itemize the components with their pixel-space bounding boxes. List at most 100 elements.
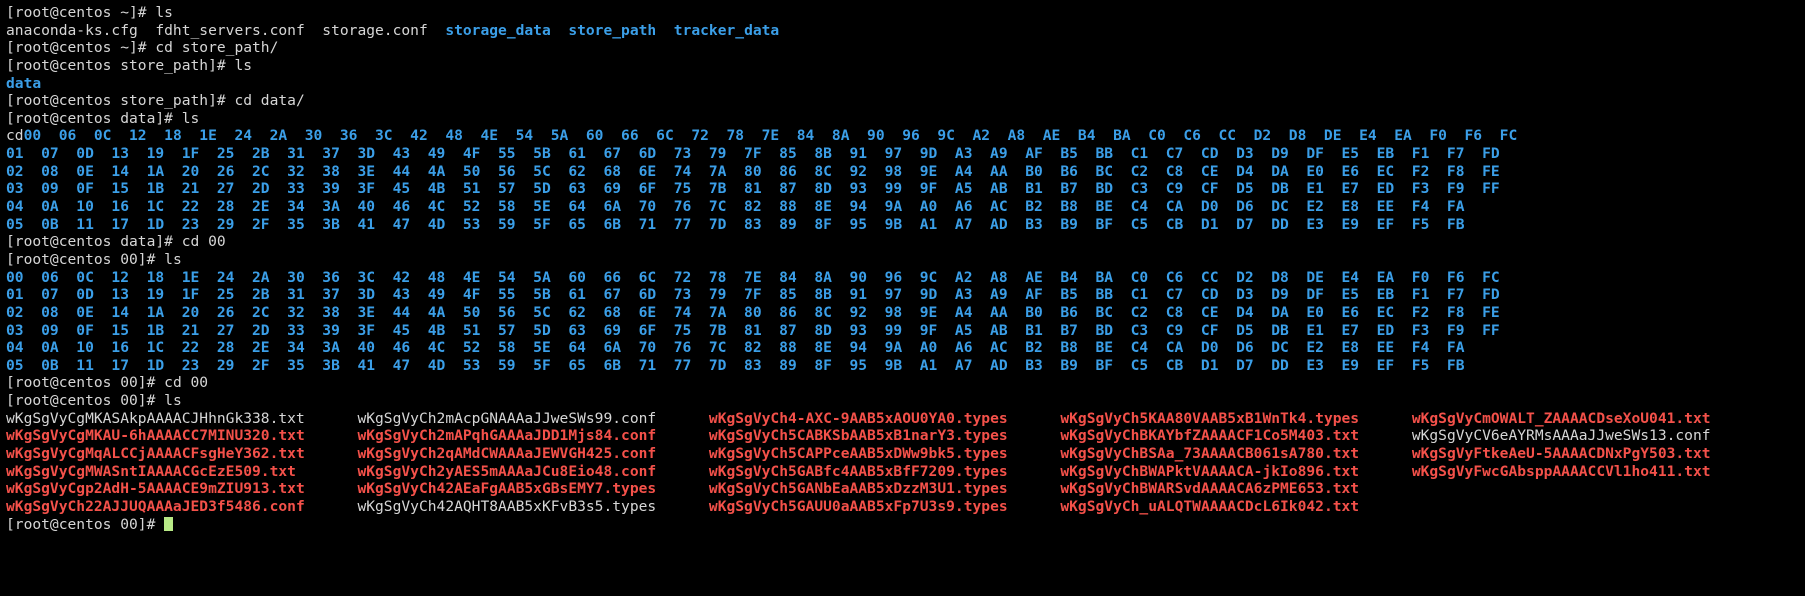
file-name[interactable]: wKgSgVyChBWARSvdAAAACA6zPME653.txt [1060, 480, 1411, 497]
shell-prompt: [root@centos data]# [6, 233, 182, 251]
terminal-command-line: [root@centos 00]# ls [6, 392, 1805, 410]
file-name[interactable]: wKgSgVyCh5GANbEaAAB5xDzzM3U1.types [709, 480, 1060, 497]
hex-dir-listing-row: 03 09 0F 15 1B 21 27 2D 33 39 3F 45 4B 5… [6, 180, 1805, 198]
hex-dir-listing-row: 02 08 0E 14 1A 20 26 2C 32 38 3E 44 4A 5… [6, 163, 1805, 181]
terminal-command-line: [root@centos 00]# cd 00 [6, 374, 1805, 392]
hex-dir-names[interactable]: 00 06 0C 12 18 1E 24 2A 30 36 3C 42 48 4… [24, 127, 1518, 144]
terminal-window[interactable]: [root@centos ~]# ls anaconda-ks.cfg fdht_… [0, 0, 1805, 596]
file-cell-empty [1412, 498, 1763, 515]
ls-gap [551, 22, 569, 39]
shell-prompt: [root@centos ~]# [6, 4, 156, 21]
file-name[interactable]: wKgSgVyCV6eAYRMsAAAaJJweSWs13.conf [1412, 427, 1763, 444]
file-listing-row: wKgSgVyCgMqALCCjAAAACFsgHeY362.txt wKgSg… [6, 445, 1805, 463]
terminal-command-line: [root@centos data]# ls [6, 110, 1805, 128]
file-name[interactable]: wKgSgVyCgp2AdH-5AAAACE9mZIU913.txt [6, 480, 357, 497]
file-listing-row: wKgSgVyCgMKAU-6hAAAACC7MINU320.txt wKgSg… [6, 427, 1805, 445]
hex-dir-listing-row: 04 0A 10 16 1C 22 28 2E 34 3A 40 46 4C 5… [6, 339, 1805, 357]
file-listing-row: wKgSgVyCgMKASAkpAAAACJHhnGk338.txt wKgSg… [6, 410, 1805, 428]
shell-command: cd 00 [164, 374, 209, 392]
ls-output-line: anaconda-ks.cfg fdht_servers.conf storag… [6, 22, 1805, 40]
file-name[interactable]: wKgSgVyFtkeAeU-5AAAACDNxPgY503.txt [1412, 445, 1763, 462]
shell-prompt: [root@centos 00]# [6, 515, 165, 533]
terminal-command-line: [root@centos store_path]# ls [6, 57, 1805, 75]
file-name[interactable]: wKgSgVyChBSAa_73AAAACB061sA780.txt [1060, 445, 1411, 462]
file-name[interactable]: wKgSgVyCh_uALQTWAAAACDcL6Ik042.txt [1060, 498, 1411, 515]
hex-dir-listing-row: 03 09 0F 15 1B 21 27 2D 33 39 3F 45 4B 5… [6, 322, 1805, 340]
hex-dir-names[interactable]: 03 09 0F 15 1B 21 27 2D 33 39 3F 45 4B 5… [6, 322, 1500, 339]
hex-dir-names[interactable]: 05 0B 11 17 1D 23 29 2F 35 3B 41 47 4D 5… [6, 216, 1465, 233]
hex-dir-names[interactable]: 01 07 0D 13 19 1F 25 2B 31 37 3D 43 49 4… [6, 145, 1500, 162]
ls-file-names: anaconda-ks.cfg fdht_servers.conf storag… [6, 21, 446, 39]
shell-prompt: [root@centos ~]# [6, 39, 156, 57]
file-name[interactable]: wKgSgVyCh5GAUU0aAAB5xFp7U3s9.types [709, 498, 1060, 515]
terminal-active-prompt: [root@centos 00]# [6, 516, 1805, 534]
file-name[interactable]: wKgSgVyCh22AJJUQAAAaJED3f5486.conf [6, 498, 357, 515]
hex-dir-names[interactable]: 03 09 0F 15 1B 21 27 2D 33 39 3F 45 4B 5… [6, 180, 1500, 197]
shell-prompt: [root@centos store_path]# [6, 92, 235, 110]
shell-prompt: [root@centos 00]# [6, 374, 165, 392]
hex-dir-listing-row: 01 07 0D 13 19 1F 25 2B 31 37 3D 43 49 4… [6, 145, 1805, 163]
shell-prompt: [root@centos 00]# [6, 250, 165, 268]
file-name[interactable]: wKgSgVyChBWAPktVAAAACA-jkIo896.txt [1060, 463, 1411, 480]
shell-echo-artifact: cd [6, 127, 24, 145]
terminal-command-line: [root@centos ~]# ls [6, 4, 1805, 22]
shell-command: ls [164, 392, 182, 410]
hex-dir-names[interactable]: 00 06 0C 12 18 1E 24 2A 30 36 3C 42 48 4… [6, 269, 1500, 286]
file-name[interactable]: wKgSgVyCh5GABfc4AAB5xBfF7209.types [709, 463, 1060, 480]
file-name[interactable]: wKgSgVyChBKAYbfZAAAACF1Co5M403.txt [1060, 427, 1411, 444]
file-name[interactable]: wKgSgVyCgMKAU-6hAAAACC7MINU320.txt [6, 427, 357, 444]
ls-gap [656, 22, 674, 39]
file-listing-row: wKgSgVyCh22AJJUQAAAaJED3f5486.conf wKgSg… [6, 498, 1805, 516]
hex-dir-names[interactable]: 02 08 0E 14 1A 20 26 2C 32 38 3E 44 4A 5… [6, 163, 1500, 180]
shell-command: cd 00 [181, 233, 226, 251]
hex-dir-listing-row: cd00 06 0C 12 18 1E 24 2A 30 36 3C 42 48… [6, 127, 1805, 145]
terminal-cursor [164, 516, 173, 531]
hex-dir-names[interactable]: 04 0A 10 16 1C 22 28 2E 34 3A 40 46 4C 5… [6, 198, 1465, 215]
file-listing-row: wKgSgVyCgMWASntIAAAACGcEzE509.txt wKgSgV… [6, 463, 1805, 481]
hex-dir-names[interactable]: 04 0A 10 16 1C 22 28 2E 34 3A 40 46 4C 5… [6, 339, 1465, 356]
file-name[interactable]: wKgSgVyCh2qAMdCWAAAaJEWVGH425.conf [357, 445, 708, 462]
hex-dir-listing-row: 01 07 0D 13 19 1F 25 2B 31 37 3D 43 49 4… [6, 286, 1805, 304]
file-name[interactable]: wKgSgVyCgMWASntIAAAACGcEzE509.txt [6, 463, 357, 480]
file-name[interactable]: wKgSgVyCgMKASAkpAAAACJHhnGk338.txt [6, 410, 357, 427]
shell-prompt: [root@centos store_path]# [6, 56, 235, 74]
hex-dir-listing-row: 05 0B 11 17 1D 23 29 2F 35 3B 41 47 4D 5… [6, 216, 1805, 234]
hex-dir-listing-row: 04 0A 10 16 1C 22 28 2E 34 3A 40 46 4C 5… [6, 198, 1805, 216]
terminal-command-line: [root@centos 00]# ls [6, 251, 1805, 269]
file-name[interactable]: wKgSgVyCh42AEaFgAAB5xGBsEMY7.types [357, 480, 708, 497]
hex-dir-names[interactable]: 01 07 0D 13 19 1F 25 2B 31 37 3D 43 49 4… [6, 286, 1500, 303]
shell-command: ls [234, 56, 253, 74]
shell-command: ls [155, 4, 173, 21]
ls-dir-name[interactable]: storage_data [445, 22, 550, 39]
file-name[interactable]: wKgSgVyCgMqALCCjAAAACFsgHeY362.txt [6, 445, 357, 462]
shell-command: ls [181, 109, 200, 127]
file-listing-row: wKgSgVyCgp2AdH-5AAAACE9mZIU913.txt wKgSg… [6, 480, 1805, 498]
file-name[interactable]: wKgSgVyCh5CAPPceAAB5xDWw9bk5.types [709, 445, 1060, 462]
file-name[interactable]: wKgSgVyCmOWALT_ZAAAACDseXoU041.txt [1412, 410, 1763, 427]
terminal-command-line: [root@centos ~]# cd store_path/ [6, 39, 1805, 57]
file-name[interactable]: wKgSgVyCh4-AXC-9AAB5xAOU0YA0.types [709, 410, 1060, 427]
ls-dir-name[interactable]: data [6, 75, 41, 92]
file-name[interactable]: wKgSgVyCh2yAES5mAAAaJCu8Eio48.conf [357, 463, 708, 480]
shell-command: cd data/ [234, 92, 305, 110]
hex-dir-listing-row: 00 06 0C 12 18 1E 24 2A 30 36 3C 42 48 4… [6, 269, 1805, 287]
hex-dir-names[interactable]: 05 0B 11 17 1D 23 29 2F 35 3B 41 47 4D 5… [6, 357, 1465, 374]
shell-prompt: [root@centos data]# [6, 109, 182, 127]
file-name[interactable]: wKgSgVyCh2mAPqhGAAAaJDD1Mjs84.conf [357, 427, 708, 444]
file-name[interactable]: wKgSgVyCh5CABKSbAAB5xB1narY3.types [709, 427, 1060, 444]
shell-command: ls [164, 250, 182, 268]
file-name[interactable]: wKgSgVyFwcGAbsppAAAACCVl1ho411.txt [1412, 463, 1763, 480]
terminal-command-line: [root@centos store_path]# cd data/ [6, 92, 1805, 110]
terminal-command-line: [root@centos data]# cd 00 [6, 233, 1805, 251]
hex-dir-names[interactable]: 02 08 0E 14 1A 20 26 2C 32 38 3E 44 4A 5… [6, 304, 1500, 321]
file-name[interactable]: wKgSgVyCh42AQHT8AAB5xKFvB3s5.types [357, 498, 708, 515]
file-cell-empty [1412, 480, 1763, 497]
shell-prompt: [root@centos 00]# [6, 392, 165, 410]
shell-command: cd store_path/ [155, 39, 279, 57]
file-name[interactable]: wKgSgVyCh2mAcpGNAAAaJJweSWs99.conf [357, 410, 708, 427]
hex-dir-listing-row: 05 0B 11 17 1D 23 29 2F 35 3B 41 47 4D 5… [6, 357, 1805, 375]
hex-dir-listing-row: 02 08 0E 14 1A 20 26 2C 32 38 3E 44 4A 5… [6, 304, 1805, 322]
file-name[interactable]: wKgSgVyCh5KAA80VAAB5xB1WnTk4.types [1060, 410, 1411, 427]
ls-dir-name[interactable]: tracker_data [674, 22, 779, 39]
ls-dir-name[interactable]: store_path [568, 22, 656, 39]
